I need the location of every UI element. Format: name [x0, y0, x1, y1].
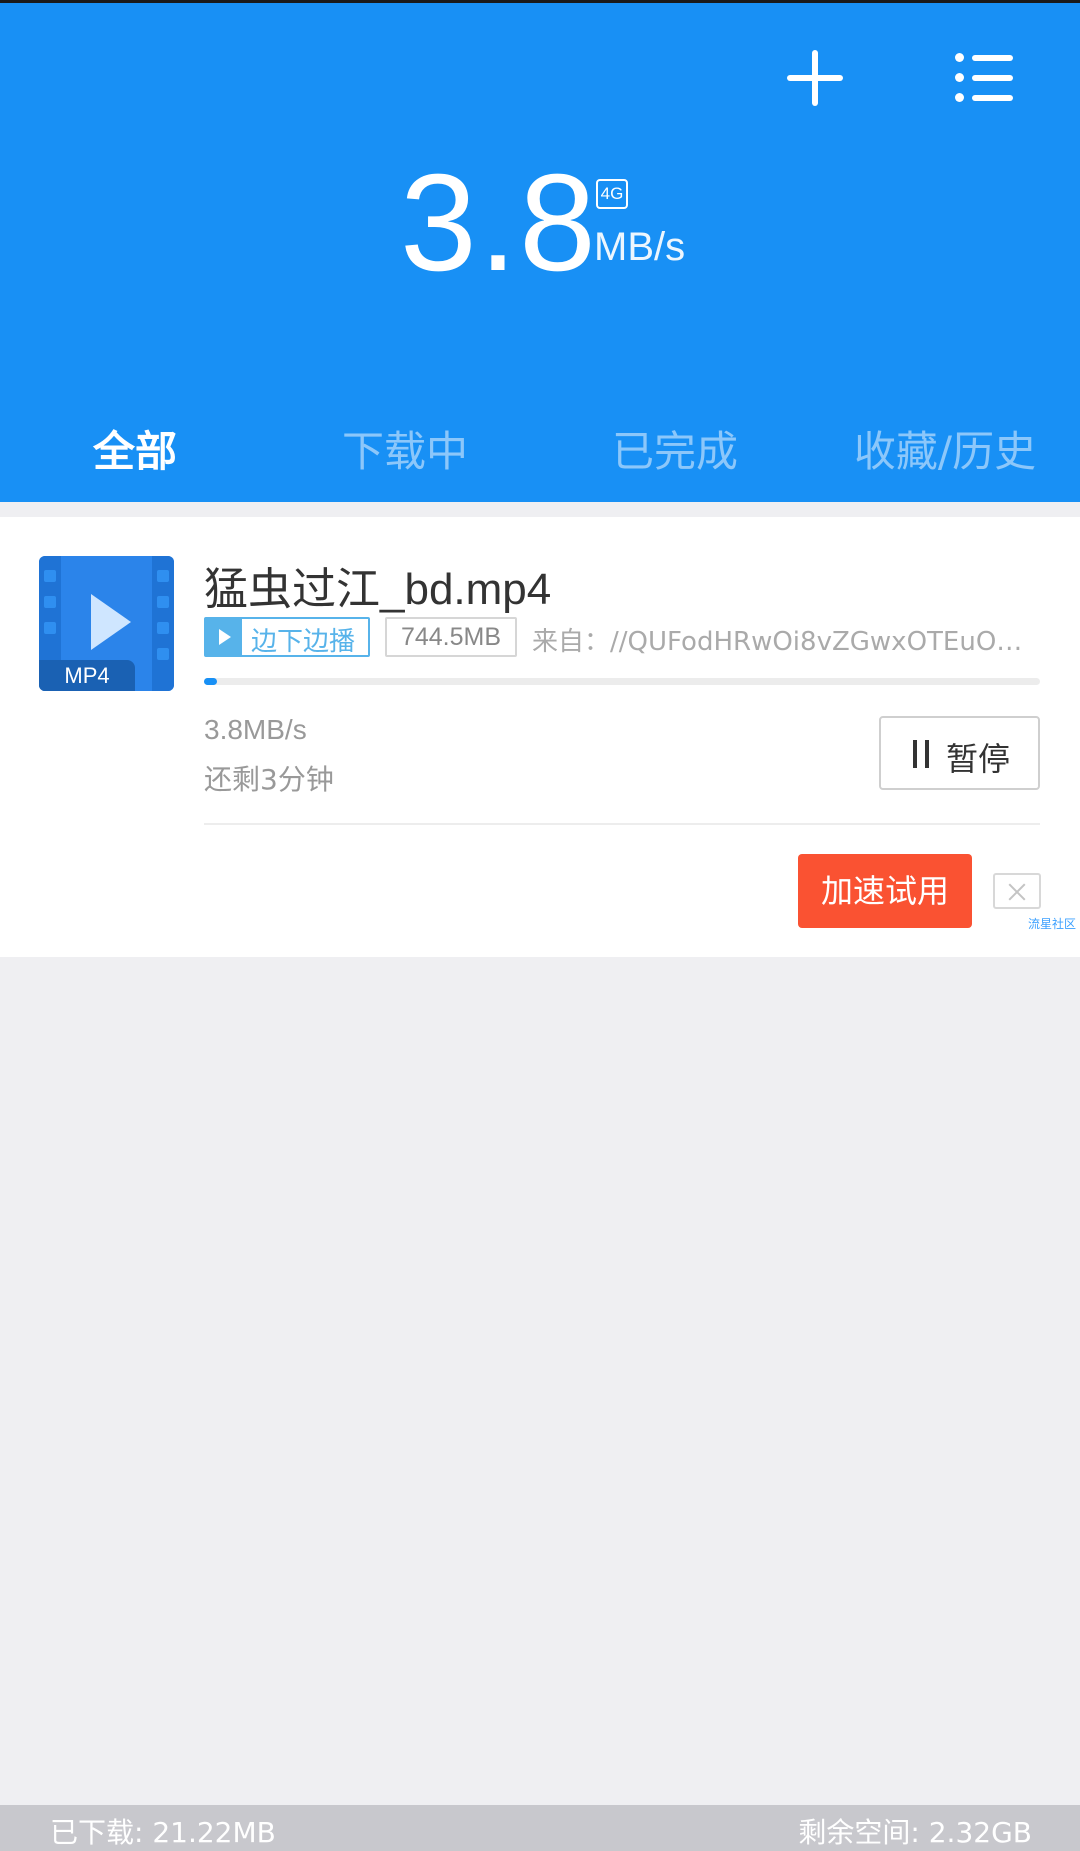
plus-icon[interactable]	[785, 48, 845, 108]
task-speed: 3.8MB/s	[204, 714, 307, 745]
menu-dot	[955, 93, 964, 102]
film-hole	[157, 648, 169, 660]
time-remaining: 还剩3分钟	[204, 763, 334, 796]
network-type-badge: 4G	[596, 179, 628, 209]
free-space: 剩余空间: 2.32GB	[798, 1816, 1032, 1849]
play-icon	[219, 629, 231, 645]
storage-footer: 已下载: 21.22MB 剩余空间: 2.32GB	[0, 1805, 1080, 1851]
tab-downloading[interactable]: 下载中	[270, 417, 540, 497]
film-hole	[44, 596, 56, 608]
download-manager-screen: 3.8 4G MB/s 全部 下载中 已完成 收藏/历史 MP4 猛虫过江_bd…	[0, 0, 1080, 1851]
menu-bar	[972, 55, 1013, 61]
film-hole	[44, 570, 56, 582]
close-icon[interactable]	[993, 873, 1041, 909]
list-menu-icon[interactable]	[955, 51, 1013, 105]
total-speed-value: 3.8	[400, 146, 598, 300]
download-task-card[interactable]: MP4 猛虫过江_bd.mp4 边下边播 744.5MB 来自：//QUFodH…	[0, 517, 1080, 957]
file-name: 猛虫过江_bd.mp4	[204, 565, 552, 614]
boost-trial-button[interactable]: 加速试用	[798, 854, 972, 928]
header: 3.8 4G MB/s 全部 下载中 已完成 收藏/历史	[0, 0, 1080, 502]
tab-favorites-history[interactable]: 收藏/历史	[810, 417, 1080, 497]
tab-completed[interactable]: 已完成	[540, 417, 810, 497]
film-hole	[157, 622, 169, 634]
download-progress-bar	[204, 678, 1040, 685]
tab-bar: 全部 下载中 已完成 收藏/历史	[0, 417, 1080, 497]
source-url: 来自：//QUFodHRwOi8vZGwxOTEuODBz...	[532, 627, 1042, 657]
menu-dot	[955, 73, 964, 82]
video-file-icon: MP4	[39, 556, 174, 691]
menu-bar	[972, 75, 1013, 81]
menu-bar	[972, 95, 1013, 101]
downloaded-amount: 已下载: 21.22MB	[50, 1816, 276, 1849]
film-hole	[157, 596, 169, 608]
play-while-downloading-label: 边下边播	[251, 627, 356, 657]
tab-all[interactable]: 全部	[0, 417, 270, 497]
play-while-downloading-button[interactable]: 边下边播	[204, 617, 370, 657]
play-tag-icon-box	[206, 619, 242, 655]
film-hole	[44, 622, 56, 634]
film-hole	[157, 570, 169, 582]
file-type-label: MP4	[39, 660, 135, 691]
play-icon	[91, 594, 131, 650]
pause-button[interactable]: 暂停	[879, 716, 1040, 790]
watermark-text: 流星社区	[1028, 917, 1077, 931]
download-progress-fill	[204, 678, 217, 685]
pause-icon	[925, 740, 929, 768]
pause-icon	[913, 740, 917, 768]
pause-label: 暂停	[946, 740, 1011, 778]
file-size-badge: 744.5MB	[385, 617, 517, 657]
menu-dot	[955, 53, 964, 62]
divider	[204, 823, 1040, 825]
total-speed-unit: MB/s	[594, 225, 686, 269]
